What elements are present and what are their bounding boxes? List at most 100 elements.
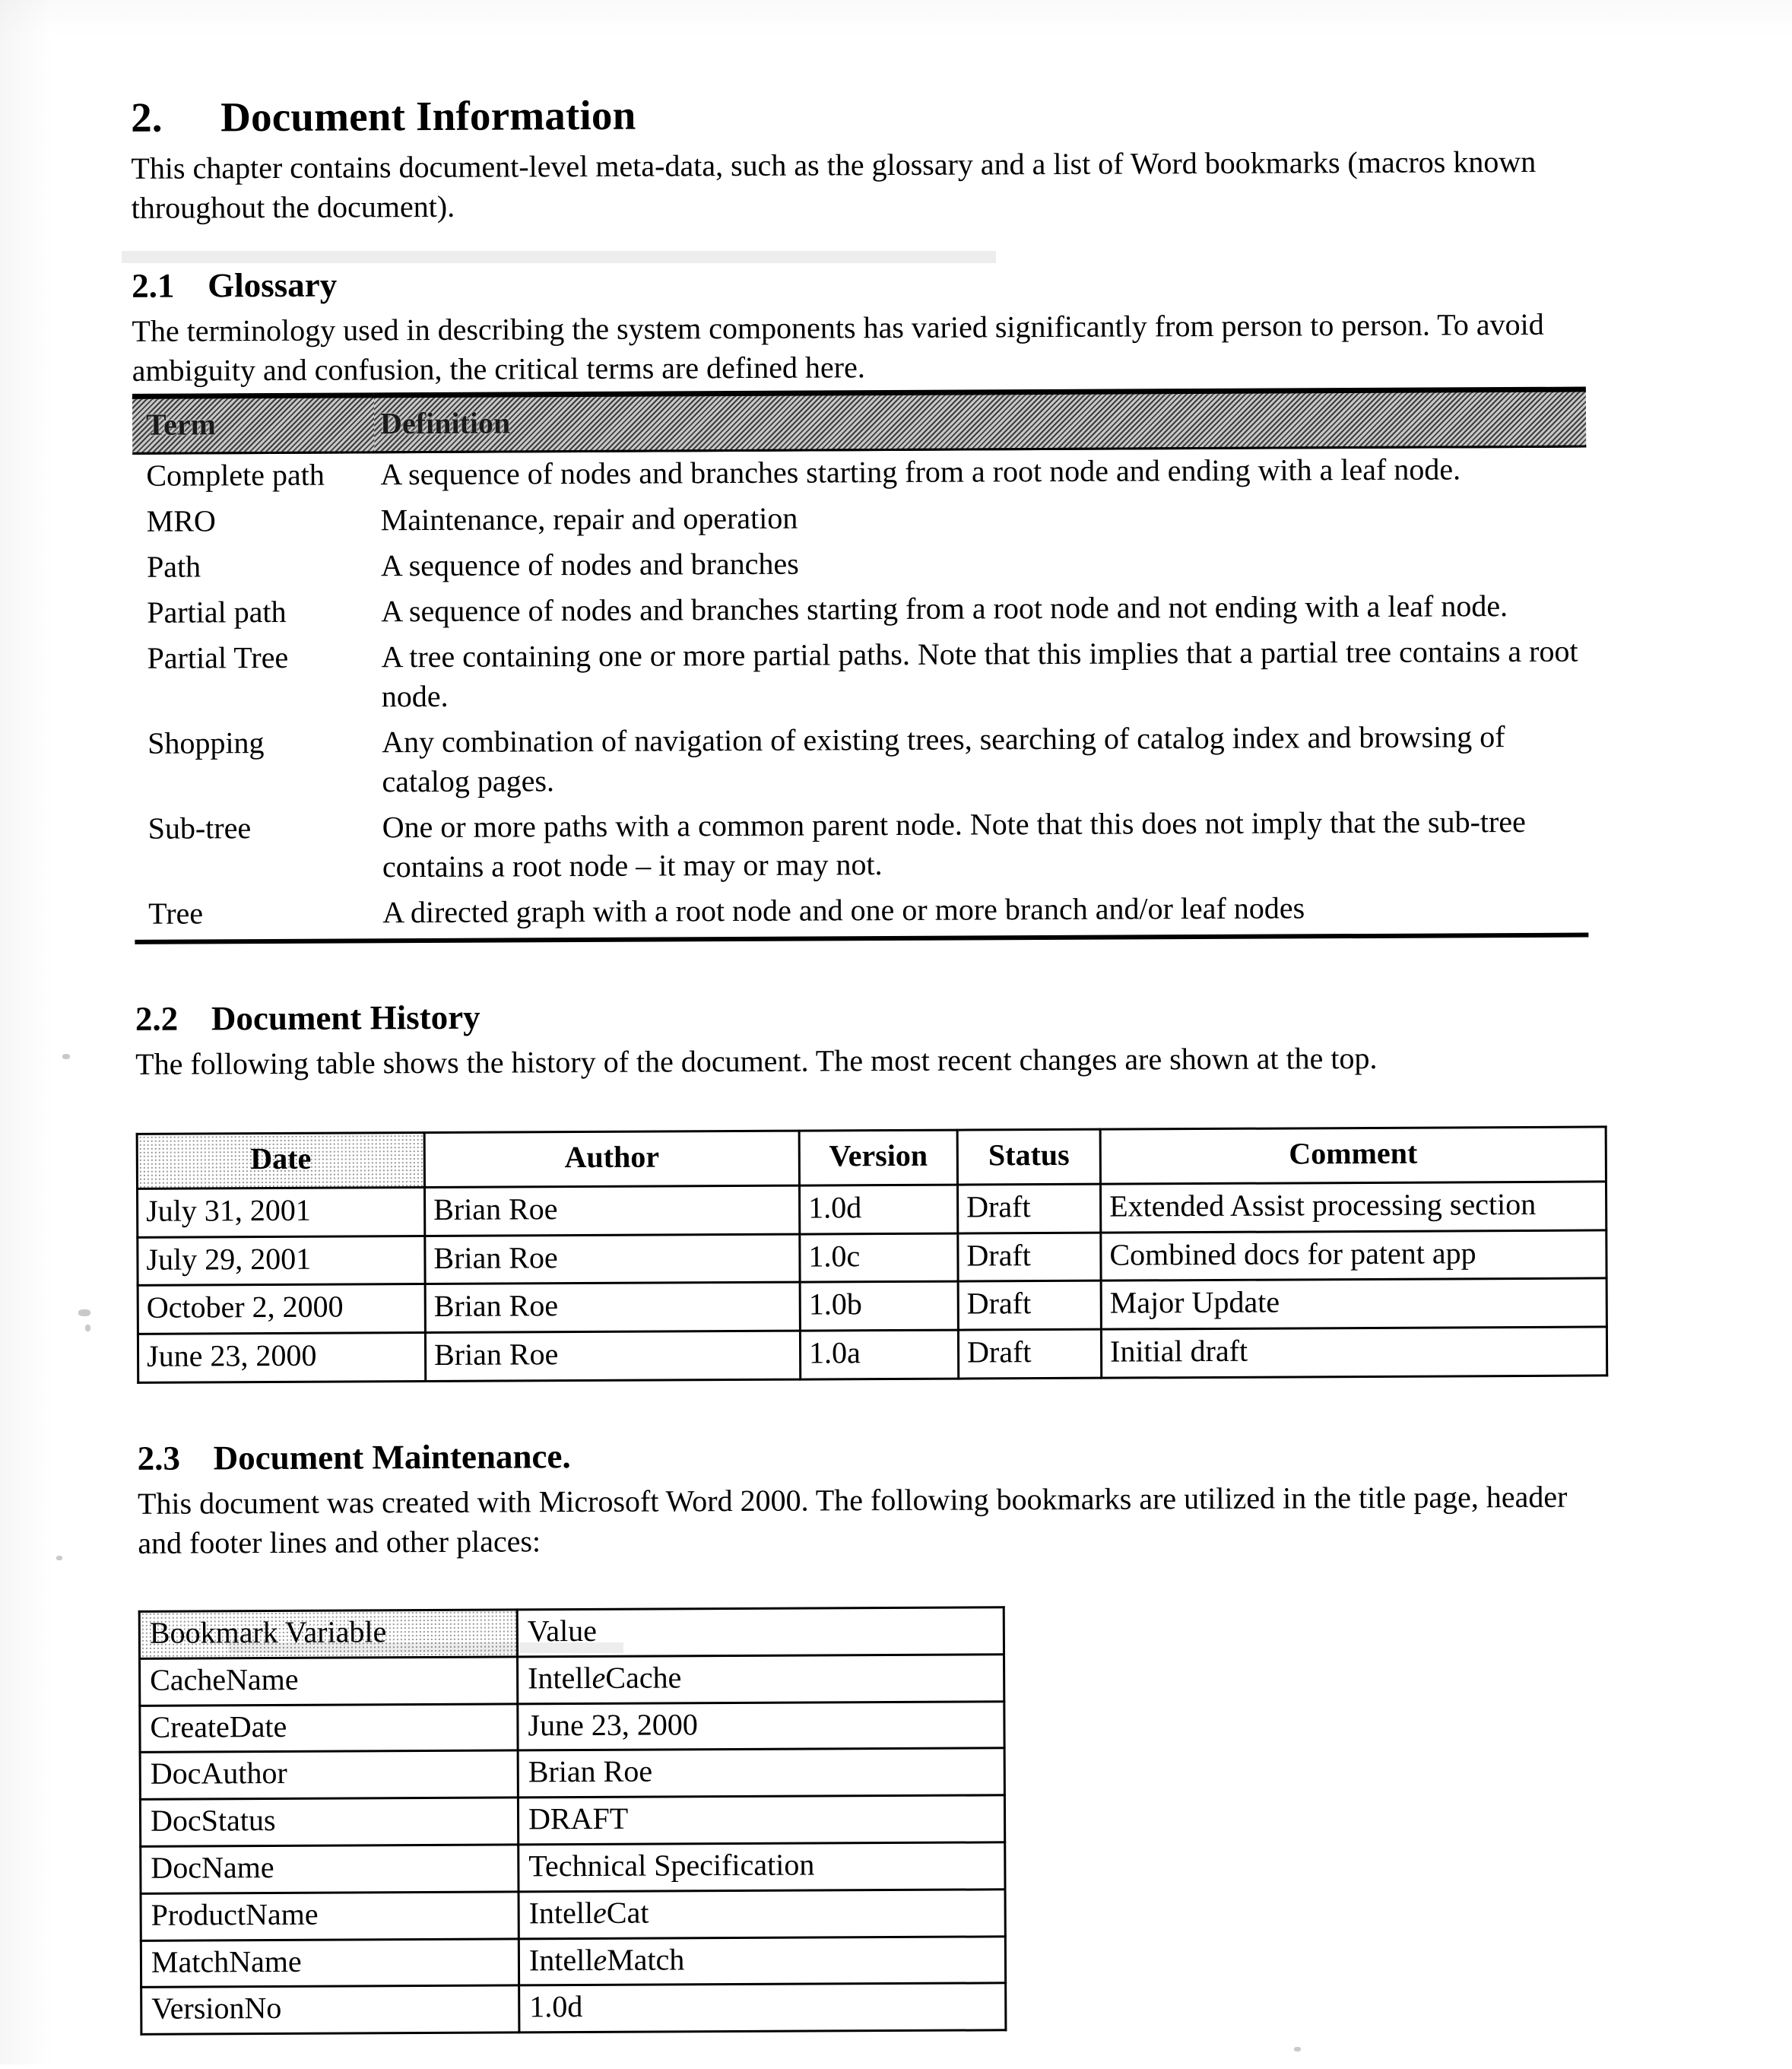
bookmark-table-header-row: Bookmark Variable Value: [139, 1607, 1004, 1658]
document-body: 2. Document Information This chapter con…: [131, 87, 1600, 2036]
value-pre: June 23, 2000: [528, 1707, 698, 1742]
glossary-section-number: 2.1: [132, 265, 208, 305]
table-row: CacheName IntelleCache: [140, 1655, 1004, 1706]
table-row: CreateDate June 23, 2000: [140, 1701, 1004, 1752]
document-history-table: Date Author Version Status Comment July …: [136, 1125, 1609, 1383]
glossary-definition: Any combination of navigation of existin…: [376, 716, 1588, 807]
history-heading: 2.2 Document History: [135, 992, 1595, 1039]
bookmark-cell-variable: DocName: [141, 1845, 519, 1893]
bookmark-cell-value: Technical Specification: [519, 1842, 1005, 1892]
table-row: MRO Maintenance, repair and operation: [133, 493, 1587, 546]
history-cell-status: Draft: [958, 1233, 1101, 1282]
chapter-heading: 2. Document Information: [131, 87, 1591, 141]
history-cell-date: June 23, 2000: [138, 1333, 425, 1383]
value-post: Cat: [607, 1895, 649, 1929]
history-cell-version: 1.0b: [800, 1281, 958, 1331]
bookmark-cell-value: IntelleMatch: [519, 1936, 1005, 1985]
history-cell-date: October 2, 2000: [138, 1284, 425, 1334]
glossary-term: Sub-tree: [135, 806, 377, 893]
table-row: July 31, 2001 Brian Roe 1.0d Draft Exten…: [137, 1182, 1606, 1237]
glossary-term: MRO: [133, 499, 375, 546]
glossary-definition: One or more paths with a common parent n…: [376, 801, 1589, 892]
bookmark-variables-table: Bookmark Variable Value CacheName Intell…: [138, 1606, 1007, 2036]
history-cell-status: Draft: [957, 1184, 1100, 1233]
maintenance-intro-paragraph: This document was created with Microsoft…: [138, 1477, 1597, 1563]
bookmark-cell-value: DRAFT: [518, 1795, 1004, 1845]
table-row: DocName Technical Specification: [141, 1842, 1005, 1893]
bookmark-cell-value: Brian Roe: [518, 1748, 1004, 1798]
table-row: MatchName IntelleMatch: [141, 1936, 1005, 1987]
history-cell-author: Brian Roe: [425, 1234, 800, 1284]
bookmark-header-variable: Bookmark Variable: [139, 1610, 517, 1658]
glossary-term: Path: [133, 544, 375, 592]
glossary-term: Partial Tree: [133, 636, 376, 722]
value-pre: Intell: [528, 1661, 592, 1695]
bookmark-header-value: Value: [517, 1607, 1004, 1657]
bookmark-cell-variable: DocStatus: [140, 1798, 518, 1846]
table-row: July 29, 2001 Brian Roe 1.0c Draft Combi…: [138, 1230, 1606, 1286]
table-row: DocAuthor Brian Roe: [140, 1748, 1004, 1799]
history-cell-version: 1.0c: [800, 1233, 958, 1283]
table-row: Shopping Any combination of navigation o…: [134, 716, 1588, 808]
history-cell-status: Draft: [958, 1281, 1101, 1331]
glossary-term: Partial path: [133, 590, 375, 637]
page-content-skew-wrapper: 2. Document Information This chapter con…: [0, 0, 1792, 2069]
glossary-table: Term Definition Complete path A sequence…: [132, 387, 1588, 940]
glossary-definition: A sequence of nodes and branches startin…: [375, 585, 1587, 636]
bookmark-cell-variable: MatchName: [141, 1938, 519, 1987]
value-emphasis: e: [593, 1942, 607, 1976]
history-cell-date: July 29, 2001: [138, 1236, 425, 1286]
history-header-author: Author: [424, 1131, 799, 1187]
glossary-definition: A directed graph with a root node and on…: [376, 886, 1588, 939]
value-emphasis: e: [593, 1896, 607, 1930]
table-row: Complete path A sequence of nodes and br…: [132, 446, 1586, 500]
scanned-document-page: 2. Document Information This chapter con…: [0, 0, 1792, 2064]
table-row: Tree A directed graph with a root node a…: [135, 886, 1588, 940]
history-header-version: Version: [799, 1130, 957, 1185]
history-cell-comment: Major Update: [1101, 1278, 1606, 1329]
history-cell-author: Brian Roe: [424, 1185, 799, 1236]
value-pre: 1.0d: [529, 1989, 582, 2023]
value-post: Match: [607, 1942, 684, 1976]
history-header-comment: Comment: [1100, 1127, 1606, 1184]
bookmark-cell-value: June 23, 2000: [518, 1701, 1004, 1750]
history-header-date: Date: [137, 1133, 424, 1189]
history-table-header-row: Date Author Version Status Comment: [137, 1127, 1606, 1188]
chapter-intro-paragraph: This chapter contains document-level met…: [131, 142, 1591, 228]
glossary-section-title: Glossary: [208, 265, 337, 306]
table-row: October 2, 2000 Brian Roe 1.0b Draft Maj…: [138, 1278, 1606, 1334]
glossary-header-term: Term: [132, 395, 374, 454]
history-section-number: 2.2: [135, 998, 211, 1038]
chapter-title: Document Information: [220, 91, 636, 141]
chapter-number: 2.: [131, 93, 220, 141]
glossary-table-header-row: Term Definition: [132, 389, 1586, 453]
bookmark-cell-variable: CacheName: [140, 1657, 518, 1706]
glossary-term: Complete path: [132, 452, 374, 500]
table-row: June 23, 2000 Brian Roe 1.0a Draft Initi…: [138, 1327, 1606, 1382]
history-cell-version: 1.0a: [800, 1330, 958, 1379]
table-row: Partial Tree A tree containing one or mo…: [133, 630, 1587, 722]
glossary-intro-paragraph: The terminology used in describing the s…: [132, 305, 1591, 391]
history-cell-version: 1.0d: [799, 1185, 957, 1234]
history-cell-status: Draft: [958, 1329, 1101, 1379]
table-row: Partial path A sequence of nodes and bra…: [133, 585, 1587, 637]
glossary-header-definition: Definition: [374, 389, 1586, 452]
glossary-heading: 2.1 Glossary: [132, 259, 1591, 306]
history-cell-comment: Initial draft: [1101, 1327, 1606, 1378]
value-pre: DRAFT: [528, 1801, 628, 1836]
history-intro-paragraph: The following table shows the history of…: [135, 1038, 1595, 1084]
value-pre: Intell: [529, 1896, 594, 1930]
bookmark-cell-variable: CreateDate: [140, 1704, 518, 1753]
glossary-term: Tree: [135, 891, 376, 940]
bookmark-cell-variable: VersionNo: [141, 1985, 519, 2034]
table-row: Sub-tree One or more paths with a common…: [135, 801, 1589, 893]
history-cell-author: Brian Roe: [425, 1283, 800, 1333]
maintenance-heading: 2.3 Document Maintenance.: [138, 1431, 1597, 1477]
glossary-definition: A tree containing one or more partial pa…: [375, 630, 1587, 722]
value-pre: Brian Roe: [528, 1754, 653, 1789]
bookmark-cell-variable: ProductName: [141, 1892, 519, 1940]
glossary-definition: A sequence of nodes and branches startin…: [374, 446, 1586, 499]
history-cell-date: July 31, 2001: [137, 1187, 424, 1237]
history-cell-comment: Extended Assist processing section: [1100, 1182, 1606, 1233]
table-row: DocStatus DRAFT: [140, 1795, 1004, 1846]
